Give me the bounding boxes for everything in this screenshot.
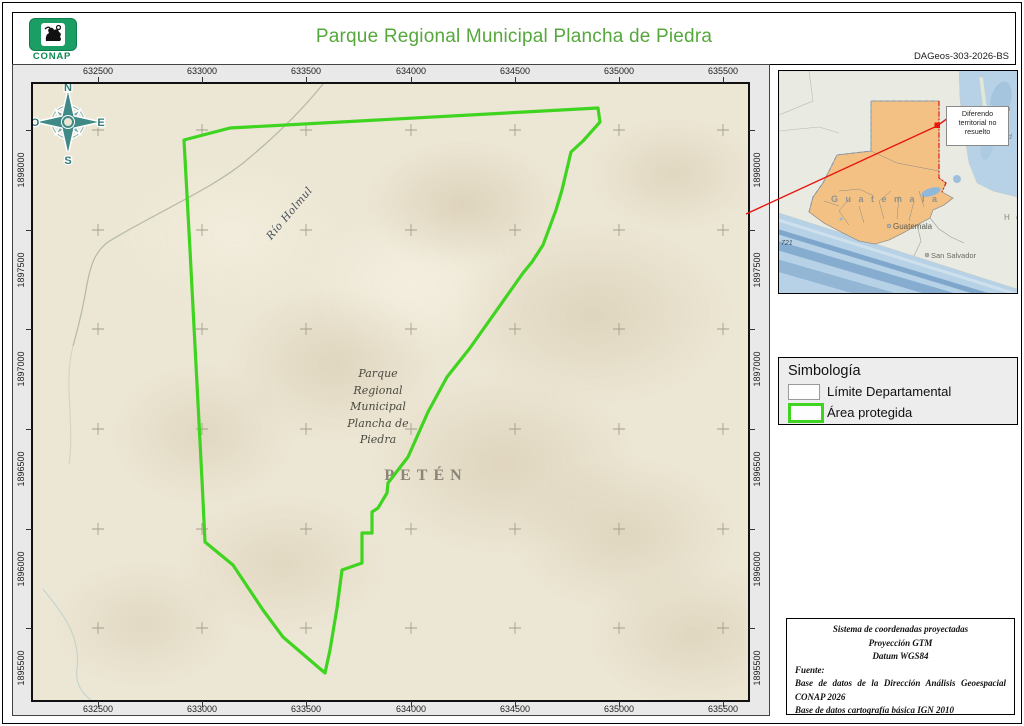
grid-coordinate-label: 635000 xyxy=(604,704,634,714)
main-map: N E S O Río Holmul Parque Regional Munic… xyxy=(33,84,748,700)
grid-coordinate-label: 634500 xyxy=(500,704,530,714)
grid-coordinate-label: 635000 xyxy=(604,66,634,76)
page-title: Parque Regional Municipal Plancha de Pie… xyxy=(13,26,1015,48)
header: CONAP Parque Regional Municipal Plancha … xyxy=(12,12,1016,65)
legend-item-label: Área protegida xyxy=(827,405,912,420)
grid-tick xyxy=(26,529,32,530)
departmental-boundary-swatch xyxy=(788,384,820,400)
grid-coordinate-label: 1898000 xyxy=(16,142,26,198)
grid-coordinate-label: 633000 xyxy=(187,66,217,76)
legend-title: Simbología xyxy=(788,363,861,379)
fuente-label: Fuente: xyxy=(795,664,1006,678)
compass-north-label: N xyxy=(64,84,72,94)
grid-coordinate-label: 1895500 xyxy=(752,640,762,696)
map-document-page: CONAP Parque Regional Municipal Plancha … xyxy=(0,0,1024,726)
grid-coordinate-label: 635500 xyxy=(708,704,738,714)
inset-guatemala-city-dot xyxy=(887,224,891,228)
grid-coordinate-label: 633000 xyxy=(187,704,217,714)
protected-area-swatch xyxy=(788,403,824,423)
source-line-1: Base de datos de la Dirección Análisis G… xyxy=(795,677,1006,704)
grid-coordinate-label: 1896500 xyxy=(752,441,762,497)
legend-item-label: Límite Departamental xyxy=(827,384,951,399)
grid-tick xyxy=(26,628,32,629)
inset-depth-label: 721 xyxy=(781,240,793,247)
compass-south-label: S xyxy=(64,155,71,166)
grid-tick xyxy=(749,529,755,530)
grid-coordinate-label: 635500 xyxy=(708,66,738,76)
document-code: DAGeos-303-2026-BS xyxy=(914,51,1009,62)
credits-box: Sistema de coordenadas proyectadas Proye… xyxy=(786,618,1015,715)
grid-coordinate-label: 1897000 xyxy=(16,341,26,397)
grid-tick xyxy=(26,230,32,231)
source-line-2: Base de datos cartografía básica IGN 201… xyxy=(795,704,1006,718)
grid-coordinate-label: 1898000 xyxy=(752,142,762,198)
grid-tick xyxy=(749,628,755,629)
territorial-dispute-callout: Diferendo territorial no resuelto xyxy=(946,106,1009,146)
grid-tick xyxy=(411,77,412,83)
department-name-label: PETÉN xyxy=(346,467,506,485)
datum-line: Datum WGS84 xyxy=(795,650,1006,664)
grid-coordinate-label: 1896500 xyxy=(16,441,26,497)
grid-tick xyxy=(749,429,755,430)
compass-east-label: E xyxy=(97,117,104,129)
grid-coordinate-label: 634500 xyxy=(500,66,530,76)
grid-tick xyxy=(306,77,307,83)
grid-tick xyxy=(619,77,620,83)
grid-tick xyxy=(26,429,32,430)
inset-san-salvador-label: San Salvador xyxy=(931,251,977,260)
inset-honduras-label: H o xyxy=(1004,213,1017,222)
projection-line: Proyección GTM xyxy=(795,637,1006,651)
grid-coordinate-label: 1896000 xyxy=(16,541,26,597)
grid-tick xyxy=(26,130,32,131)
grid-coordinate-label: 1897500 xyxy=(16,242,26,298)
grid-tick xyxy=(749,230,755,231)
protected-area-name-label: Parque Regional Municipal Plancha de Pie… xyxy=(303,366,453,449)
compass-rose: N E S O xyxy=(33,84,106,166)
grid-coordinate-label: 1896000 xyxy=(752,541,762,597)
grid-coordinate-label: 634000 xyxy=(396,66,426,76)
grid-coordinate-label: 633500 xyxy=(291,66,321,76)
crs-line: Sistema de coordenadas proyectadas xyxy=(795,623,1006,637)
grid-coordinate-label: 632500 xyxy=(83,704,113,714)
grid-tick xyxy=(749,130,755,131)
grid-tick xyxy=(202,77,203,83)
inset-country-label: G u a t e m a l a xyxy=(831,194,940,204)
river-line-faint xyxy=(69,346,73,464)
grid-coordinate-label: 634000 xyxy=(396,704,426,714)
grid-coordinate-label: 1897500 xyxy=(752,242,762,298)
grid-tick xyxy=(98,77,99,83)
grid-tick xyxy=(723,77,724,83)
stream-line xyxy=(43,589,91,700)
inset-san-salvador-dot xyxy=(925,253,929,257)
inset-city-label: Guatemala xyxy=(893,222,933,231)
compass-west-label: O xyxy=(33,117,40,129)
grid-tick xyxy=(515,77,516,83)
grid-tick xyxy=(749,329,755,330)
grid-coordinate-label: 633500 xyxy=(291,704,321,714)
grid-coordinate-label: 1895500 xyxy=(16,640,26,696)
grid-tick xyxy=(26,329,32,330)
inset-locator-map: G u a t e m a l a Guatemala San Salvador… xyxy=(778,70,1018,294)
grid-coordinate-label: 632500 xyxy=(83,66,113,76)
conap-logo-text: CONAP xyxy=(22,51,82,62)
legend: Simbología Límite Departamental Área pro… xyxy=(778,357,1018,425)
grid-coordinate-label: 1897000 xyxy=(752,341,762,397)
